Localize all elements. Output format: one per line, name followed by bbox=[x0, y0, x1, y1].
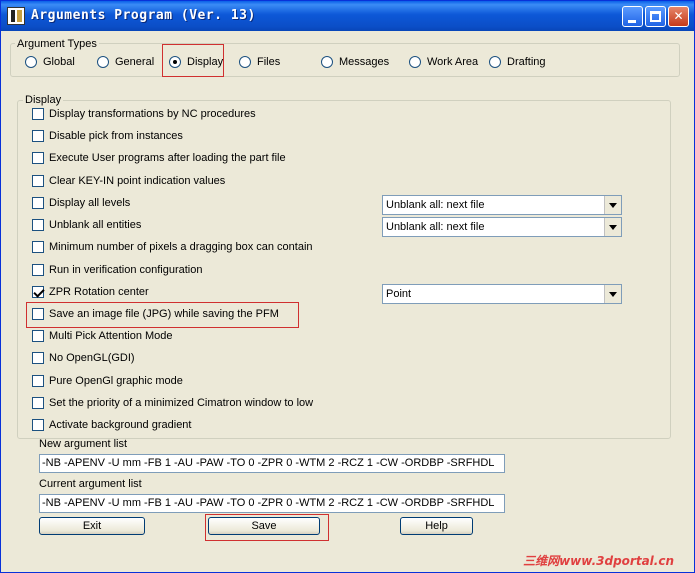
exit-button[interactable]: Exit bbox=[39, 517, 145, 535]
checkbox[interactable] bbox=[32, 130, 44, 142]
checkbox[interactable] bbox=[32, 397, 44, 409]
radio-general-label: General bbox=[115, 56, 155, 68]
display-radio-highlight bbox=[162, 44, 224, 77]
option-priority-minimized[interactable]: Set the priority of a minimized Cimatron… bbox=[32, 395, 313, 411]
option-min-pixels-dragging-box[interactable]: Minimum number of pixels a dragging box … bbox=[32, 239, 313, 255]
radio-drafting-label: Drafting bbox=[507, 56, 546, 68]
help-button[interactable]: Help bbox=[400, 517, 473, 535]
option-label: No OpenGL(GDI) bbox=[49, 352, 135, 364]
radio-general-dot[interactable] bbox=[97, 56, 109, 68]
option-unblank-all-entities[interactable]: Unblank all entities bbox=[32, 217, 141, 233]
option-zpr-rotation-center[interactable]: ZPR Rotation center bbox=[32, 284, 149, 300]
close-button[interactable]: ✕ bbox=[668, 6, 689, 27]
new-argument-list-label: New argument list bbox=[39, 438, 128, 450]
close-icon: ✕ bbox=[673, 9, 684, 23]
save-button-highlight bbox=[205, 514, 329, 541]
title-bar[interactable]: Arguments Program (Ver. 13) ✕ bbox=[1, 1, 694, 31]
option-label: Pure OpenGl graphic mode bbox=[49, 375, 183, 387]
checkbox[interactable] bbox=[32, 330, 44, 342]
display-legend: Display bbox=[23, 94, 64, 106]
checkbox-checked[interactable] bbox=[32, 286, 44, 298]
current-argument-list-label: Current argument list bbox=[39, 478, 142, 490]
option-clear-keyin[interactable]: Clear KEY-IN point indication values bbox=[32, 173, 225, 189]
radio-files-dot[interactable] bbox=[239, 56, 251, 68]
option-label: Disable pick from instances bbox=[49, 130, 183, 142]
radio-drafting-dot[interactable] bbox=[489, 56, 501, 68]
radio-messages-dot[interactable] bbox=[321, 56, 333, 68]
option-label: ZPR Rotation center bbox=[49, 286, 149, 298]
new-argument-list-field[interactable]: -NB -APENV -U mm -FB 1 -AU -PAW -TO 0 -Z… bbox=[39, 454, 505, 473]
checkbox[interactable] bbox=[32, 264, 44, 276]
option-label: Unblank all entities bbox=[49, 219, 142, 231]
display-levels-select[interactable]: Unblank all: next file bbox=[382, 195, 622, 215]
option-label: Clear KEY-IN point indication values bbox=[49, 175, 226, 187]
radio-messages-label: Messages bbox=[339, 56, 390, 68]
watermark: 三维网www.3dportal.cn bbox=[523, 554, 674, 568]
option-label: Activate background gradient bbox=[49, 419, 192, 431]
radio-global[interactable]: Global bbox=[25, 54, 75, 70]
maximize-button[interactable] bbox=[645, 6, 666, 27]
option-pure-opengl[interactable]: Pure OpenGl graphic mode bbox=[32, 373, 183, 389]
radio-files[interactable]: Files bbox=[239, 54, 280, 70]
app-icon bbox=[7, 7, 25, 25]
checkbox[interactable] bbox=[32, 197, 44, 209]
radio-drafting[interactable]: Drafting bbox=[489, 54, 546, 70]
unblank-entities-select[interactable]: Unblank all: next file bbox=[382, 217, 622, 237]
checkbox[interactable] bbox=[32, 241, 44, 253]
minimize-icon bbox=[628, 20, 636, 23]
select-value: Point bbox=[386, 288, 412, 300]
radio-work-area-dot[interactable] bbox=[409, 56, 421, 68]
option-no-opengl[interactable]: No OpenGL(GDI) bbox=[32, 350, 135, 366]
current-argument-list-field[interactable]: -NB -APENV -U mm -FB 1 -AU -PAW -TO 0 -Z… bbox=[39, 494, 505, 513]
minimize-button[interactable] bbox=[622, 6, 643, 27]
chevron-down-icon[interactable] bbox=[604, 285, 621, 303]
checkbox[interactable] bbox=[32, 108, 44, 120]
option-run-verification[interactable]: Run in verification configuration bbox=[32, 262, 202, 278]
option-multi-pick-attention[interactable]: Multi Pick Attention Mode bbox=[32, 328, 173, 344]
checkbox[interactable] bbox=[32, 375, 44, 387]
radio-global-label: Global bbox=[43, 56, 75, 68]
checkbox[interactable] bbox=[32, 352, 44, 364]
option-label: Execute User programs after loading the … bbox=[49, 152, 286, 164]
checkbox[interactable] bbox=[32, 419, 44, 431]
radio-work-area[interactable]: Work Area bbox=[409, 54, 478, 70]
chevron-down-icon[interactable] bbox=[604, 218, 621, 236]
radio-global-dot[interactable] bbox=[25, 56, 37, 68]
option-label: Display all levels bbox=[49, 197, 131, 209]
save-image-highlight bbox=[26, 302, 299, 328]
arguments-program-window: Arguments Program (Ver. 13) ✕ Argument T… bbox=[0, 0, 695, 573]
option-display-transformations[interactable]: Display transformations by NC procedures bbox=[32, 106, 256, 122]
option-label: Set the priority of a minimized Cimatron… bbox=[49, 397, 314, 409]
window-title: Arguments Program (Ver. 13) bbox=[31, 8, 256, 23]
checkbox[interactable] bbox=[32, 175, 44, 187]
radio-messages[interactable]: Messages bbox=[321, 54, 389, 70]
option-label: Display transformations by NC procedures bbox=[49, 108, 256, 120]
checkbox[interactable] bbox=[32, 152, 44, 164]
zpr-rotation-select[interactable]: Point bbox=[382, 284, 622, 304]
option-display-all-levels[interactable]: Display all levels bbox=[32, 195, 130, 211]
option-background-gradient[interactable]: Activate background gradient bbox=[32, 417, 191, 433]
argument-types-legend: Argument Types bbox=[15, 38, 99, 50]
radio-work-area-label: Work Area bbox=[427, 56, 479, 68]
maximize-icon bbox=[650, 11, 661, 22]
chevron-down-icon[interactable] bbox=[604, 196, 621, 214]
option-label: Minimum number of pixels a dragging box … bbox=[49, 241, 313, 253]
select-value: Unblank all: next file bbox=[386, 199, 485, 211]
radio-files-label: Files bbox=[257, 56, 281, 68]
option-label: Run in verification configuration bbox=[49, 264, 203, 276]
option-disable-pick[interactable]: Disable pick from instances bbox=[32, 128, 183, 144]
option-label: Multi Pick Attention Mode bbox=[49, 330, 173, 342]
option-execute-user-programs[interactable]: Execute User programs after loading the … bbox=[32, 150, 286, 166]
checkbox[interactable] bbox=[32, 219, 44, 231]
select-value: Unblank all: next file bbox=[386, 221, 485, 233]
radio-general[interactable]: General bbox=[97, 54, 154, 70]
